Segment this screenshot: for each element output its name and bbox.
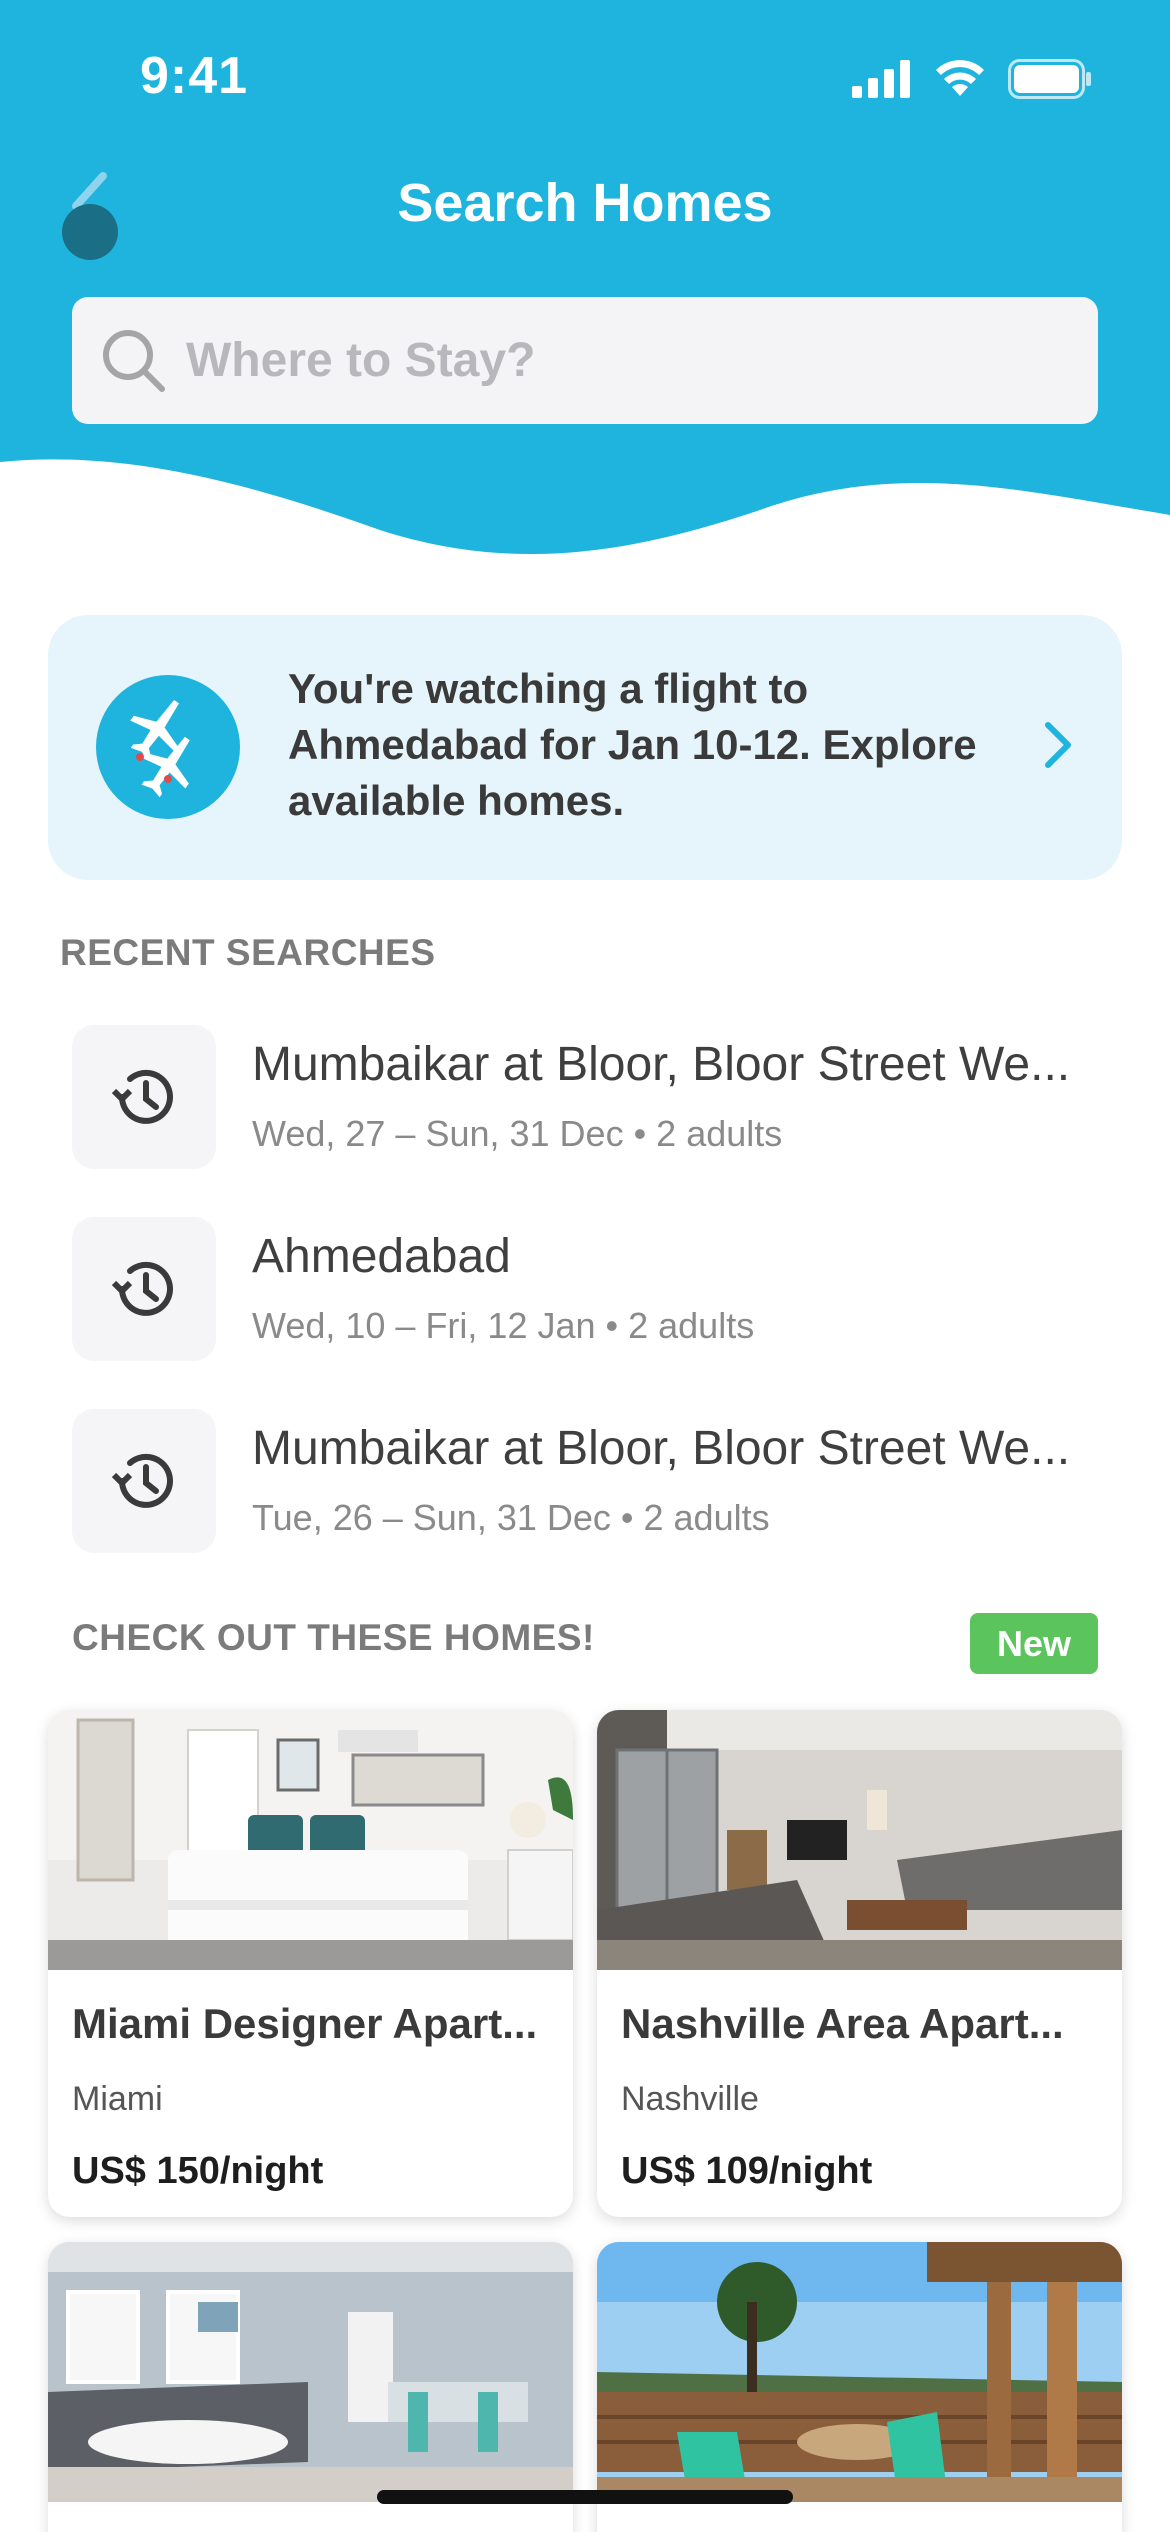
banner-text: You're watching a flight to Ahmedabad fo… xyxy=(288,665,977,824)
home-photo-bedroom xyxy=(48,1710,573,1970)
header: 9:41 Search Homes Where to Stay? xyxy=(0,0,1170,600)
home-photo-lounge xyxy=(48,2242,573,2502)
home-price: US$ 109/night xyxy=(621,2150,873,2192)
flight-watch-banner[interactable]: You're watching a flight to Ahmedabad fo… xyxy=(48,615,1122,880)
history-icon xyxy=(72,1025,216,1169)
new-badge: New xyxy=(970,1613,1098,1674)
home-card[interactable] xyxy=(48,2242,573,2532)
status-bar: 9:41 xyxy=(0,0,1170,150)
recent-searches-heading: RECENT SEARCHES xyxy=(60,932,436,973)
home-title: Nashville Area Apart... xyxy=(621,2000,1064,2047)
home-location: Miami xyxy=(72,2080,163,2118)
search-placeholder: Where to Stay? xyxy=(186,334,536,387)
recent-search-title: Mumbaikar at Bloor, Bloor Street We... xyxy=(252,1038,1071,1091)
home-card[interactable] xyxy=(597,2242,1122,2532)
chevron-right-icon xyxy=(1045,722,1071,768)
home-price: US$ 150/night xyxy=(72,2150,324,2192)
recent-search-item[interactable]: Mumbaikar at Bloor, Bloor Street We... T… xyxy=(72,1409,1102,1553)
history-icon xyxy=(72,1217,216,1361)
home-indicator[interactable] xyxy=(377,2490,793,2504)
recent-search-item[interactable]: Ahmedabad Wed, 10 – Fri, 12 Jan • 2 adul… xyxy=(72,1217,1102,1361)
recent-search-title: Mumbaikar at Bloor, Bloor Street We... xyxy=(252,1422,1071,1475)
recent-search-dates: Tue, 26 – Sun, 31 Dec • 2 adults xyxy=(252,1497,770,1538)
signal-icon xyxy=(852,60,910,98)
airplanes-icon xyxy=(96,675,240,819)
home-title: Miami Designer Apart... xyxy=(72,2000,538,2047)
status-icons xyxy=(852,54,1092,104)
recent-search-title: Ahmedabad xyxy=(252,1230,511,1283)
recent-search-dates: Wed, 10 – Fri, 12 Jan • 2 adults xyxy=(252,1305,755,1346)
battery-icon xyxy=(1008,59,1091,99)
page-title: Search Homes xyxy=(397,173,773,233)
home-location: Nashville xyxy=(621,2080,759,2118)
home-card[interactable]: Miami Designer Apart... Miami US$ 150/ni… xyxy=(48,1710,573,2217)
homes-heading: CHECK OUT THESE HOMES! xyxy=(72,1617,595,1658)
home-photo-living-room xyxy=(597,1710,1122,1970)
search-icon xyxy=(103,329,165,392)
home-card[interactable]: Nashville Area Apart... Nashville US$ 10… xyxy=(597,1710,1122,2217)
history-icon xyxy=(72,1409,216,1553)
status-time: 9:41 xyxy=(140,47,249,105)
recent-search-dates: Wed, 27 – Sun, 31 Dec • 2 adults xyxy=(252,1113,783,1154)
home-photo-patio xyxy=(597,2242,1122,2502)
search-input[interactable]: Where to Stay? xyxy=(72,297,1098,424)
wifi-icon xyxy=(936,60,984,96)
recent-search-item[interactable]: Mumbaikar at Bloor, Bloor Street We... W… xyxy=(72,1025,1102,1169)
